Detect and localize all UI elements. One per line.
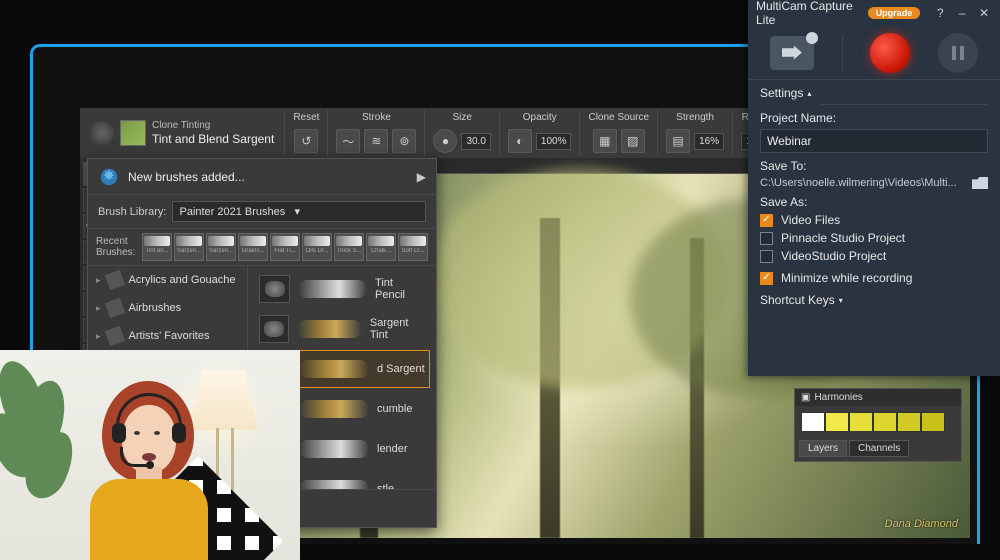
popover-header: New brushes added... [128,170,409,184]
camera-settings-button[interactable] [770,36,814,70]
opacity-value[interactable]: 100% [536,133,572,150]
harmony-swatch[interactable] [873,412,897,432]
presenter-avatar [72,375,222,560]
chevron-up-icon: ▴ [807,89,811,98]
save-as-label: Save As: [760,195,988,209]
save-to-path: C:\Users\noelle.wilmering\Videos\Multi..… [760,177,966,189]
brush-library-select[interactable]: Painter 2021 Brushes ▾ [172,201,426,222]
layers-tab[interactable]: Layers [799,440,847,457]
harmony-swatch[interactable] [897,412,921,432]
recent-brush-thumb[interactable]: Thick S... [334,233,364,261]
recent-brush-thumb[interactable]: Flat Ti... [270,233,300,261]
save-as-checkbox[interactable] [760,250,773,263]
harmony-swatch[interactable] [921,412,945,432]
save-as-option-label: VideoStudio Project [781,249,886,263]
channels-tab[interactable]: Channels [849,440,909,457]
brush-name-label: Tint and Blend Sargent [152,132,274,146]
chevron-down-icon: ▾ [839,296,843,305]
save-as-option-label: Pinnacle Studio Project [781,231,905,245]
shortcut-keys-label[interactable]: Shortcut Keys [760,293,835,307]
brush-library-label: Brush Library: [98,206,166,218]
brush-preview-swatch[interactable] [120,120,146,146]
brush-category-item[interactable]: ▸Acrylics and Gouache [88,266,247,294]
plant-icon [0,360,80,560]
gear-icon [806,32,818,44]
harmony-swatch[interactable] [849,412,873,432]
stroke-group: Stroke ～ ≋ ⊚ [327,110,424,156]
opacity-group: Opacity ◐ 100% [499,110,580,156]
recent-brush-thumb[interactable]: Sarzen... [174,233,204,261]
size-value[interactable]: 30.0 [461,133,490,150]
save-as-checkbox[interactable] [760,232,773,245]
reset-group: Reset ↺ [284,110,327,156]
minimize-checkbox[interactable] [760,272,773,285]
recent-brush-thumb[interactable]: Chalk... [366,233,396,261]
recent-brush-thumb[interactable]: Grains... [238,233,268,261]
project-name-input[interactable] [760,129,988,153]
multicam-capture-panel: MultiCam Capture Lite Upgrade ? – ✕ Sett… [748,0,1000,376]
clone-thumb-1[interactable]: ▦ [593,129,617,153]
brush-variant-item[interactable]: Sargent Tint [254,310,430,348]
pause-button[interactable] [938,33,978,73]
harmony-swatch[interactable] [801,412,825,432]
stroke-opt-1[interactable]: ～ [336,129,360,153]
webcam-preview [0,350,300,560]
strength-value[interactable]: 16% [694,133,724,150]
stroke-opt-3[interactable]: ⊚ [392,129,416,153]
close-button[interactable]: ✕ [976,4,992,22]
folder-icon[interactable] [972,177,988,189]
harmonies-swatches [795,406,961,438]
clone-thumb-2[interactable]: ▨ [621,129,645,153]
brush-title: Clone Tinting Tint and Blend Sargent [152,120,274,146]
canvas-signature: Dana Diamond [885,518,958,530]
recent-brushes-label: Recent Brushes: [96,236,139,258]
brush-category-label: Clone Tinting [152,120,274,132]
capture-title: MultiCam Capture Lite [756,0,862,27]
new-brushes-icon [98,166,120,188]
upgrade-badge[interactable]: Upgrade [868,7,921,19]
recent-brush-thumb[interactable]: Oils Dr... [302,233,332,261]
strength-icon[interactable]: ▤ [666,129,690,153]
size-group: Size ● 30.0 [424,110,498,156]
record-button[interactable] [870,33,910,73]
popover-next-icon[interactable]: ▶ [417,170,426,184]
minimize-label: Minimize while recording [781,271,912,285]
stroke-opt-2[interactable]: ≋ [364,129,388,153]
harmonies-label: Harmonies [814,392,862,403]
minimize-button[interactable]: – [954,4,970,22]
recent-brush-thumb[interactable]: Sarzen... [206,233,236,261]
size-dot-icon[interactable]: ● [433,129,457,153]
recent-brush-thumb[interactable]: Tint an... [142,233,172,261]
save-as-option-label: Video Files [781,213,840,227]
brush-category-item[interactable]: ▸Artists' Favorites [88,322,247,350]
harmony-swatch[interactable] [825,412,849,432]
opacity-icon[interactable]: ◐ [508,129,532,153]
brush-variant-item[interactable]: Tint Pencil [254,270,430,308]
right-dock-panel: ▣Harmonies Layers Channels [794,388,962,462]
brush-category-item[interactable]: ▸Airbrushes [88,294,247,322]
settings-section-label[interactable]: Settings [760,86,803,100]
painter-logo-icon [90,121,114,145]
strength-group: Strength ▤ 16% [657,110,732,156]
project-name-label: Project Name: [760,111,988,125]
clone-source-group: Clone Source ▦ ▨ [579,110,657,156]
camera-icon [782,46,802,60]
help-button[interactable]: ? [932,4,948,22]
reset-button[interactable]: ↺ [294,129,318,153]
save-to-label: Save To: [760,159,988,173]
recent-brush-thumb[interactable]: Soft Cl... [398,233,428,261]
recent-brushes-row: Recent Brushes: Tint an...Sarzen...Sarze… [88,229,436,266]
save-as-checkbox[interactable] [760,214,773,227]
